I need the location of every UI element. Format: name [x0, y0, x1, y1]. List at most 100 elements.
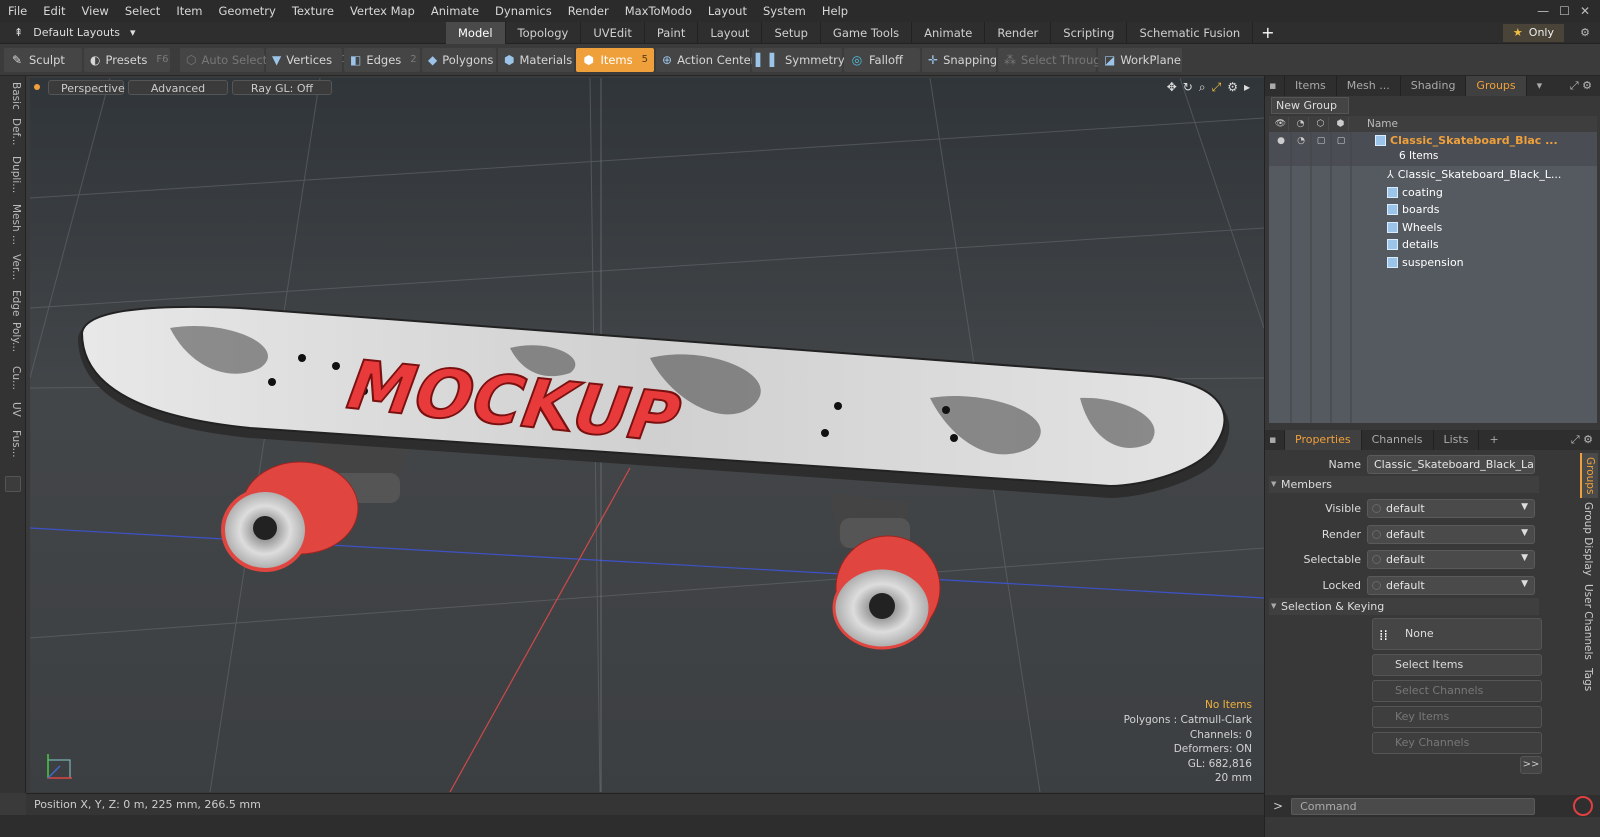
locked-dropdown[interactable]: default ▼: [1367, 575, 1535, 595]
menu-vertex-map[interactable]: Vertex Map: [342, 0, 423, 22]
menu-texture[interactable]: Texture: [284, 0, 342, 22]
viewport-menu-icon[interactable]: ▸: [1244, 80, 1250, 95]
falloff-button[interactable]: ◎ Falloff: [844, 47, 920, 72]
tab-animate[interactable]: Animate: [912, 22, 986, 44]
workplane-button[interactable]: ◪ WorkPlane: [1098, 47, 1182, 72]
layouts-dropdown[interactable]: ⇞ Default Layouts ▾: [0, 26, 150, 39]
key-channels-button[interactable]: Key Channels: [1372, 732, 1542, 754]
select-items-button[interactable]: Select Items: [1372, 654, 1542, 676]
lock-icon[interactable]: ⬡: [1313, 117, 1329, 131]
minimize-icon[interactable]: —: [1537, 0, 1549, 22]
left-tab-basic[interactable]: Basic: [4, 82, 22, 110]
side-tab-groups[interactable]: Groups: [1580, 453, 1598, 499]
3d-viewport[interactable]: MOCKUP Perspective Advanced Ray GL: Off …: [30, 78, 1264, 792]
menu-maxtomodo[interactable]: MaxToModo: [617, 0, 700, 22]
auto-select-button[interactable]: ⬡ Auto Select: [180, 47, 267, 72]
render-icon[interactable]: ◔: [1293, 117, 1309, 131]
left-tab-toggle[interactable]: [5, 476, 21, 492]
group-row[interactable]: ● ◔ ▢ ▢ Classic_Skateboard_Blac ... 6 It…: [1269, 132, 1597, 166]
menu-layout[interactable]: Layout: [700, 0, 755, 22]
new-group-button[interactable]: New Group: [1271, 97, 1349, 114]
add-tab-icon[interactable]: +: [1253, 22, 1282, 44]
select-channels-button[interactable]: Select Channels: [1372, 680, 1542, 702]
render-dropdown[interactable]: default ▼: [1367, 524, 1535, 544]
menu-geometry[interactable]: Geometry: [211, 0, 284, 22]
tab-paint[interactable]: Paint: [645, 22, 699, 44]
left-tab-mesh[interactable]: Mesh ...: [4, 204, 22, 245]
left-tab-edge[interactable]: Edge: [4, 290, 22, 316]
expand-button[interactable]: >>: [1520, 756, 1542, 774]
menu-render[interactable]: Render: [560, 0, 617, 22]
tree-row[interactable]: coating: [1269, 184, 1597, 202]
command-input[interactable]: Command: [1291, 797, 1536, 815]
left-tab-uv[interactable]: UV: [4, 402, 22, 417]
props-add-icon[interactable]: +: [1479, 430, 1508, 450]
tree-row[interactable]: suspension: [1269, 254, 1597, 272]
tree-row[interactable]: ⅄ Classic_Skateboard_Black_L...: [1269, 166, 1597, 184]
maximize-icon[interactable]: ☐: [1559, 0, 1570, 22]
side-tab-tags[interactable]: Tags: [1580, 664, 1596, 695]
select-through-button[interactable]: ⁂ Select Through: [998, 47, 1108, 72]
vertices-button[interactable]: ▼ Vertices 1: [266, 47, 347, 72]
tab-channels[interactable]: Channels: [1362, 430, 1434, 450]
tab-render[interactable]: Render: [985, 22, 1052, 44]
tree-row[interactable]: details: [1269, 236, 1597, 254]
menu-dynamics[interactable]: Dynamics: [487, 0, 560, 22]
fit-icon[interactable]: ⤢: [1212, 80, 1222, 95]
menu-select[interactable]: Select: [117, 0, 168, 22]
eye-icon[interactable]: 👁: [1273, 117, 1289, 131]
selectable-dropdown[interactable]: default ▼: [1367, 549, 1535, 569]
row-render-icon[interactable]: ◔: [1293, 134, 1309, 148]
viewport-gear-icon[interactable]: ⚙: [1227, 80, 1238, 95]
zoom-icon[interactable]: ⌕: [1199, 80, 1206, 95]
close-icon[interactable]: ✕: [1580, 0, 1590, 22]
side-tab-user-channels[interactable]: User Channels: [1580, 580, 1596, 664]
items-button[interactable]: ⬢ Items 5: [576, 47, 654, 72]
tab-layout[interactable]: Layout: [698, 22, 763, 44]
tab-uvedit[interactable]: UVEdit: [581, 22, 645, 44]
symmetry-button[interactable]: ▌▐ Symmetry: [752, 47, 845, 72]
tab-scripting[interactable]: Scripting: [1051, 22, 1128, 44]
menu-help[interactable]: Help: [814, 0, 856, 22]
left-tab-curve[interactable]: Cu...: [4, 366, 22, 390]
raygl-button[interactable]: Ray GL: Off: [232, 79, 332, 95]
pan-icon[interactable]: ✥: [1167, 80, 1177, 95]
key-items-button[interactable]: Key Items: [1372, 706, 1542, 728]
members-section[interactable]: Members: [1269, 476, 1539, 493]
snapping-button[interactable]: ✛ Snapping: [922, 47, 997, 72]
tree-row[interactable]: Wheels: [1269, 219, 1597, 237]
rotate-icon[interactable]: ↻: [1183, 80, 1193, 95]
left-tab-deform[interactable]: Def...: [4, 118, 22, 146]
left-tab-polygon[interactable]: Poly...: [4, 322, 22, 352]
left-tab-fusion[interactable]: Fus...: [4, 430, 22, 458]
perspective-button[interactable]: Perspective: [48, 79, 125, 95]
tab-model[interactable]: Model: [446, 22, 506, 44]
menu-system[interactable]: System: [755, 0, 814, 22]
tab-topology[interactable]: Topology: [506, 22, 582, 44]
props-corner-icons[interactable]: ⤢ ⚙: [1571, 430, 1593, 450]
selection-keying-section[interactable]: Selection & Keying: [1269, 598, 1539, 615]
tab-lists[interactable]: Lists: [1434, 430, 1480, 450]
only-toggle[interactable]: ★ Only: [1502, 24, 1564, 42]
menu-item[interactable]: Item: [168, 0, 210, 22]
left-tab-duplicate[interactable]: Dupli...: [4, 156, 22, 193]
sculpt-button[interactable]: ✎ Sculpt: [4, 47, 82, 72]
menu-edit[interactable]: Edit: [35, 0, 73, 22]
tab-properties[interactable]: Properties: [1285, 430, 1362, 450]
advanced-button[interactable]: Advanced: [128, 79, 228, 95]
side-tab-group-display[interactable]: Group Display: [1580, 498, 1596, 580]
tab-game-tools[interactable]: Game Tools: [821, 22, 913, 44]
tab-setup[interactable]: Setup: [762, 22, 821, 44]
row-lock-icon[interactable]: ▢: [1313, 134, 1329, 148]
record-icon[interactable]: [1573, 796, 1593, 816]
gear-icon[interactable]: ⚙: [1580, 22, 1590, 44]
row-eye-icon[interactable]: ●: [1273, 134, 1289, 148]
visible-dropdown[interactable]: default ▼: [1367, 498, 1535, 518]
menu-view[interactable]: View: [74, 0, 117, 22]
edges-button[interactable]: ◧ Edges 2: [344, 47, 420, 72]
presets-button[interactable]: ◐ Presets F6: [84, 47, 170, 72]
left-tab-vertex[interactable]: Ver...: [4, 254, 22, 280]
materials-button[interactable]: ⬢ Materials: [498, 47, 574, 72]
select-icon[interactable]: ⬢: [1333, 117, 1349, 131]
tree-row[interactable]: boards: [1269, 201, 1597, 219]
